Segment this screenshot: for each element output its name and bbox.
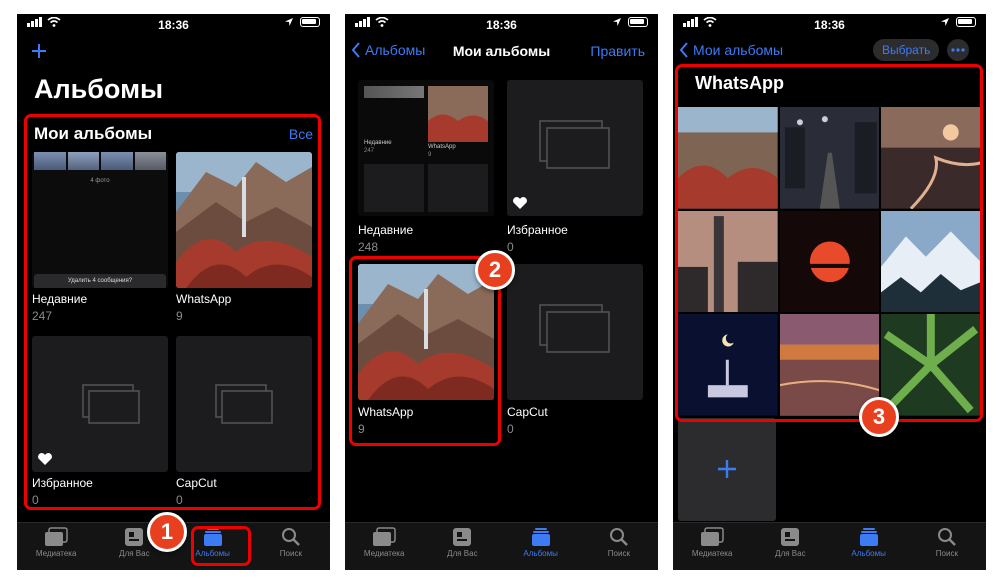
edit-button[interactable]: Править [590,43,645,59]
search-icon [281,528,300,546]
album-label: CapCut [507,405,548,419]
status-bar: 18:36 [673,14,986,36]
location-icon [941,18,949,26]
photos-icon [373,527,396,546]
for-you-icon [125,528,144,546]
battery-icon [628,17,648,27]
back-button[interactable]: Мои альбомы [679,42,783,58]
plus-icon [718,460,736,478]
tab-albums[interactable]: Альбомы [830,523,908,570]
tab-search[interactable]: Поиск [580,523,658,570]
step-badge: 1 [147,512,187,552]
album-count: 0 [507,422,514,436]
photos-icon [45,527,68,546]
phone-screen-my-albums: 18:36 Альбомы Мои альбомы Править Недавн… [345,14,658,570]
page-title: Альбомы [34,74,164,104]
album-label: Недавние [358,223,414,237]
albums-icon [859,528,878,546]
search-icon [609,528,628,546]
select-button[interactable]: Выбрать [873,39,940,61]
photos-icon [701,527,724,546]
battery-icon [300,17,320,27]
step-badge: 2 [475,250,515,290]
album-favorites-thumb[interactable] [507,80,643,216]
heart-icon [513,197,527,209]
step-badge: 3 [859,397,899,437]
album-label: Избранное [507,223,568,237]
album-count: 248 [358,240,379,254]
highlight-whatsapp-album [349,256,501,446]
tab-for-you[interactable]: Для Вас [751,523,829,570]
location-icon [285,18,293,26]
status-bar: 18:36 [17,14,330,36]
for-you-icon [453,528,472,546]
chevron-left-icon [679,42,688,58]
tab-library[interactable]: Медиатека [345,523,423,570]
album-recent-thumb[interactable]: Недавние 247 WhatsApp 9 [358,80,494,216]
tab-albums[interactable]: Альбомы [502,523,580,570]
highlight-album-content [675,64,983,422]
highlight-albums-tab [191,526,251,566]
tab-library[interactable]: Медиатека [673,523,751,570]
tab-search[interactable]: Поиск [252,523,330,570]
add-photo-button[interactable] [678,418,776,521]
placeholder-album-icon [539,120,610,169]
for-you-icon [781,528,800,546]
highlight-my-albums [24,114,321,510]
tab-for-you[interactable]: Для Вас [423,523,501,570]
status-bar: 18:36 [345,14,658,36]
phone-screen-albums: 18:36 Альбомы Мои альбомы Все 4 фото Уда… [17,14,330,570]
placeholder-album-icon [539,304,610,353]
phone-screen-whatsapp-album: 18:36 Мои альбомы Выбрать WhatsApp Медиа… [673,14,986,570]
battery-icon [956,17,976,27]
albums-icon [531,528,550,546]
ellipsis-icon[interactable] [947,39,969,61]
album-capcut-thumb[interactable] [507,264,643,400]
tab-bar: Медиатека Для Вас Альбомы Поиск [673,522,986,570]
search-icon [937,528,956,546]
plus-icon[interactable] [31,43,47,59]
mini-yosemite-photo [428,86,488,142]
tab-bar: Медиатека Для Вас Альбомы Поиск [345,522,658,570]
tab-library[interactable]: Медиатека [17,523,95,570]
album-count: 0 [507,240,514,254]
location-icon [613,18,621,26]
tab-search[interactable]: Поиск [908,523,986,570]
